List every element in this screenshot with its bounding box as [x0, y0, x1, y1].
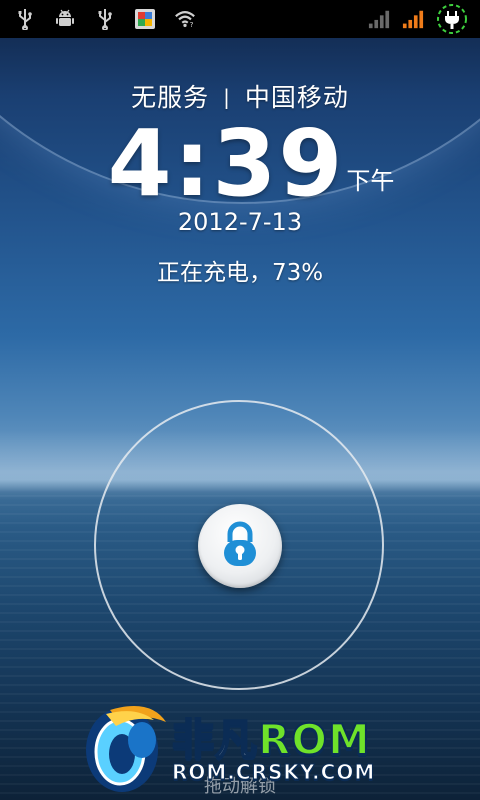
lock-handle[interactable]	[198, 504, 282, 588]
wifi-icon: ?	[174, 8, 196, 30]
charging-status: 正在充电，73%	[156, 260, 324, 286]
crsky-watermark: 非凡ROM ROM.CRSKY.COM	[80, 700, 410, 796]
clock-ampm: 下午	[346, 167, 395, 195]
svg-text:?: ?	[190, 20, 194, 29]
padlock-icon	[220, 520, 260, 572]
clock-time: 4:39	[107, 110, 345, 217]
carrier-status-left: 无服务	[131, 83, 210, 112]
signal-gray-icon	[368, 8, 390, 30]
system-icons	[368, 3, 480, 35]
clock: 4:39下午	[0, 110, 480, 217]
carrier-separator: |	[223, 85, 231, 109]
crsky-logo	[80, 700, 172, 800]
carrier-info: 无服务 | 中国移动	[0, 78, 480, 114]
usb-icon	[14, 8, 36, 30]
watermark-brand: 非凡ROM	[171, 706, 371, 767]
watermark-brand-en: ROM	[257, 714, 371, 765]
lockscreen: ? 无服务 | 中国移动 4:39下午 2012-7-13 正在充电，73% 拖…	[0, 0, 480, 800]
app-notification-icon	[134, 8, 156, 30]
android-debug-icon	[54, 8, 76, 30]
status-bar[interactable]: ?	[0, 0, 480, 38]
watermark-brand-cn: 非凡	[171, 714, 259, 765]
signal-orange-icon	[402, 8, 424, 30]
charging-plug-icon	[436, 3, 468, 35]
watermark-url: ROM.CRSKY.COM	[171, 760, 376, 785]
date-label: 2012-7-13	[177, 208, 303, 236]
notification-icons: ?	[0, 8, 368, 30]
carrier-name: 中国移动	[244, 83, 349, 112]
usb-icon	[94, 8, 116, 30]
